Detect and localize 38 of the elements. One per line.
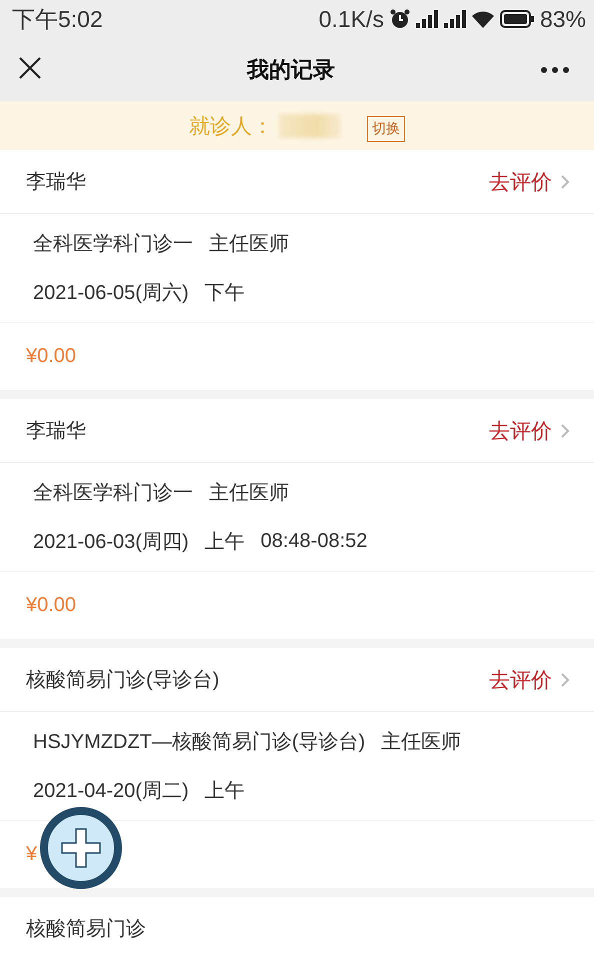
alarm-icon (390, 9, 410, 29)
price-text: ¥ (26, 843, 38, 866)
record-title: 李瑞华 (26, 419, 86, 444)
status-time: 下午5:02 (12, 4, 104, 34)
chevron-icon (560, 174, 570, 190)
record-title: 李瑞华 (26, 170, 86, 195)
review-link[interactable]: 去评价 (489, 666, 570, 694)
department-text: 全科医学科门诊一 (33, 232, 193, 257)
visit-period: 下午 (204, 281, 245, 306)
department-text: HSJYMZDZT—核酸简易门诊(导诊台) (33, 730, 366, 755)
visit-date: 2021-06-03(周四) (33, 530, 189, 555)
department-text: 全科医学科门诊一 (33, 481, 193, 506)
signal-icon (444, 10, 466, 28)
network-speed: 0.1K/s (318, 6, 384, 32)
doctor-title: 主任医师 (381, 730, 462, 755)
battery-icon (500, 10, 534, 28)
doctor-title: 主任医师 (209, 481, 289, 506)
doctor-title: 主任医师 (209, 232, 289, 257)
page-title: 我的记录 (247, 56, 335, 84)
visit-period: 上午 (204, 779, 245, 804)
chevron-icon (560, 672, 570, 688)
patient-label: 就诊人： (189, 114, 273, 140)
chevron-icon (560, 422, 570, 438)
record-title: 核酸简易门诊 (26, 917, 146, 942)
wifi-icon (472, 10, 494, 28)
price-text: ¥0.00 (26, 594, 76, 617)
visit-date: 2021-04-20(周二) (33, 779, 189, 804)
blurred-name (279, 114, 341, 138)
visit-date: 2021-06-05(周六) (33, 281, 189, 306)
record-title: 核酸简易门诊(导诊台) (26, 668, 220, 693)
battery-level: 83% (540, 6, 586, 32)
review-link[interactable]: 去评价 (489, 168, 570, 196)
signal-icon (416, 10, 438, 28)
switch-button[interactable]: 切换 (367, 116, 405, 142)
visit-period: 上午 (204, 530, 245, 555)
review-link[interactable]: 去评价 (489, 416, 570, 444)
price-text: ¥0.00 (26, 345, 76, 368)
visit-time: 08:48-08:52 (260, 530, 368, 553)
